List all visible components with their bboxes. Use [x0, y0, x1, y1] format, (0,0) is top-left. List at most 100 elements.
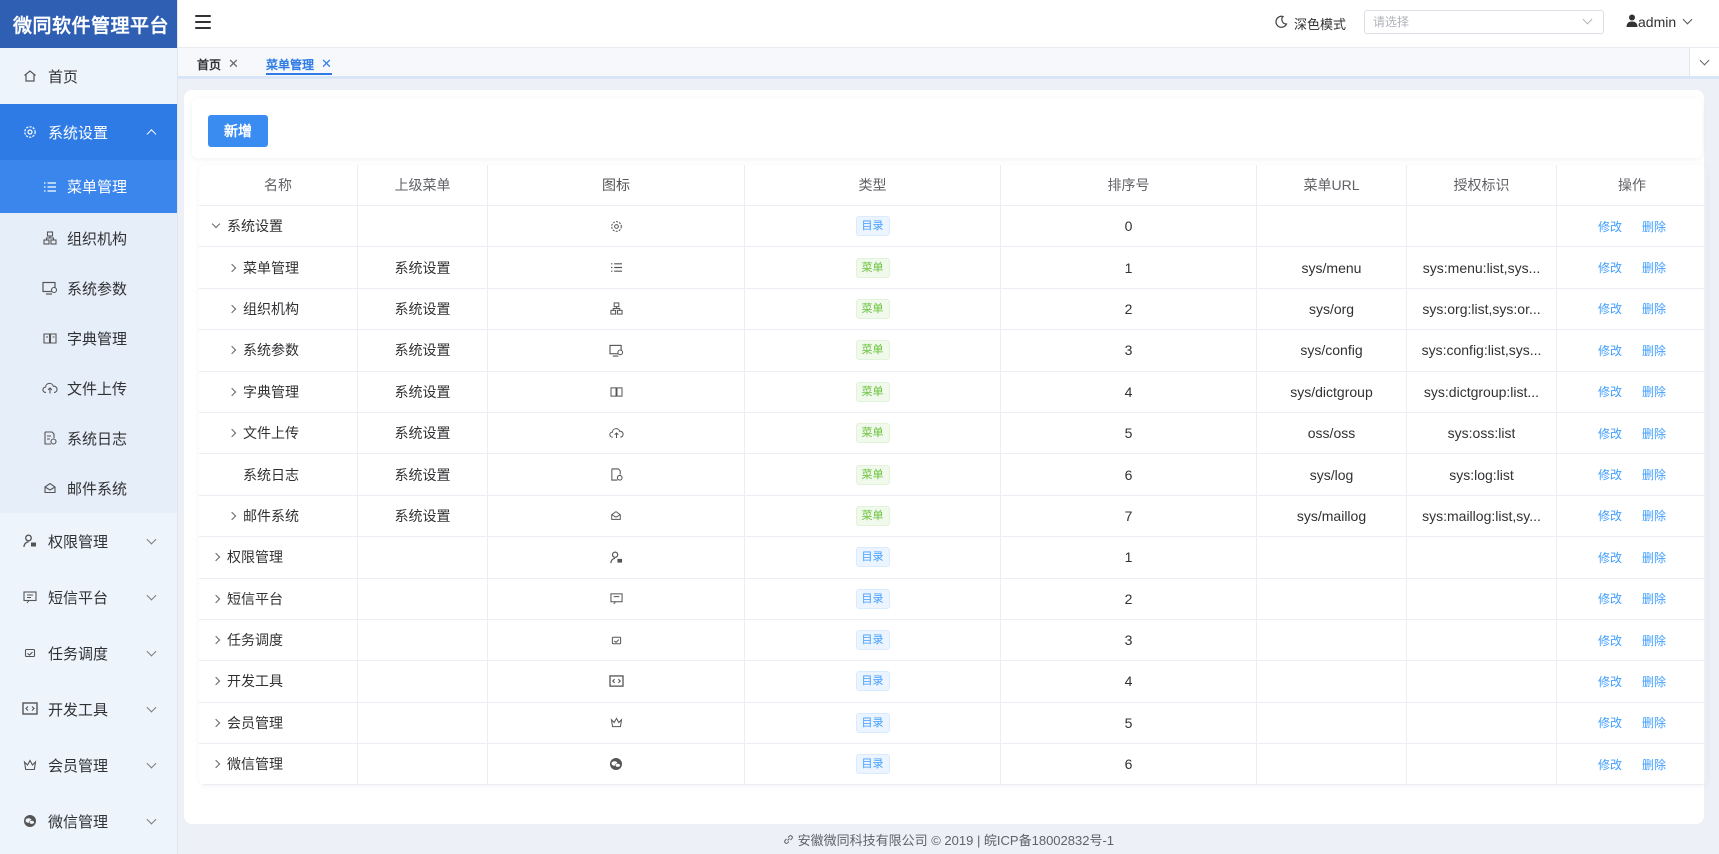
table-row: 微信管理 目录 6 修改 删除 — [199, 744, 1707, 786]
sidebar-subitem-org[interactable]: 组织机构 — [0, 213, 177, 263]
type-tag: 菜单 — [855, 340, 890, 361]
type-tag: 菜单 — [855, 423, 890, 444]
sidebar-subitem-config[interactable]: 系统参数 — [0, 263, 177, 313]
tab-home[interactable]: 首页 ✕ — [197, 55, 239, 73]
sidebar-item-schedule[interactable]: 任务调度 — [0, 625, 177, 681]
delete-button[interactable]: 删除 — [1642, 425, 1666, 442]
sidebar-item-sms[interactable]: 短信平台 — [0, 569, 177, 625]
sidebar-item-home[interactable]: 首页 — [0, 48, 177, 104]
edit-button[interactable]: 修改 — [1598, 300, 1622, 317]
sidebar-subitem-upload[interactable]: 文件上传 — [0, 363, 177, 413]
edit-button[interactable]: 修改 — [1598, 714, 1622, 731]
hamburger-icon[interactable] — [195, 15, 211, 29]
header-select[interactable]: 请选择 — [1364, 10, 1604, 34]
sidebar-subitem-mail[interactable]: 邮件系统 — [0, 463, 177, 513]
chevron-right-icon[interactable] — [211, 635, 221, 645]
delete-button[interactable]: 删除 — [1642, 507, 1666, 524]
row-name: 系统参数 — [243, 342, 299, 359]
sidebar-item-system-settings[interactable]: 系统设置 — [0, 104, 177, 160]
edit-button[interactable]: 修改 — [1598, 466, 1622, 483]
delete-button[interactable]: 删除 — [1642, 632, 1666, 649]
edit-button[interactable]: 修改 — [1598, 756, 1622, 773]
tabs-dropdown-button[interactable] — [1689, 48, 1719, 76]
cell-type: 菜单 — [745, 371, 1001, 412]
delete-button[interactable]: 删除 — [1642, 714, 1666, 731]
chevron-right-icon[interactable] — [211, 553, 221, 562]
edit-button[interactable]: 修改 — [1598, 383, 1622, 400]
cell-icon — [488, 454, 745, 495]
delete-button[interactable]: 删除 — [1642, 673, 1666, 690]
tab-menu-management[interactable]: 菜单管理 ✕ — [266, 55, 332, 75]
wechat-icon — [22, 813, 38, 829]
delete-button[interactable]: 删除 — [1642, 756, 1666, 773]
delete-button[interactable]: 删除 — [1642, 300, 1666, 317]
chevron-right-icon[interactable] — [227, 346, 237, 355]
chevron-right-icon[interactable] — [227, 304, 237, 314]
sidebar-item-wechat[interactable]: 微信管理 — [0, 793, 177, 849]
chevron-down-icon — [146, 758, 157, 769]
delete-button[interactable]: 删除 — [1642, 218, 1666, 235]
edit-button[interactable]: 修改 — [1598, 425, 1622, 442]
cell-icon — [488, 495, 745, 537]
cell-actions: 修改 删除 — [1557, 289, 1707, 329]
close-icon[interactable]: ✕ — [321, 56, 332, 72]
type-tag: 菜单 — [855, 464, 890, 485]
table-row: 字典管理 系统设置 菜单 4 sys/dictgroup sys:dictgro… — [199, 371, 1707, 413]
chevron-right-icon[interactable] — [211, 594, 221, 603]
chevron-right-icon[interactable] — [211, 677, 221, 686]
cell-icon — [488, 288, 745, 330]
delete-button[interactable]: 删除 — [1642, 590, 1666, 607]
edit-button[interactable]: 修改 — [1598, 507, 1622, 524]
cell-perm: sys:oss:list — [1407, 412, 1557, 454]
cell-actions: 修改 删除 — [1557, 454, 1707, 494]
edit-button[interactable]: 修改 — [1598, 673, 1622, 690]
gear-icon — [610, 220, 623, 233]
cell-type: 目录 — [745, 619, 1001, 661]
row-name: 文件上传 — [243, 425, 299, 442]
cell-actions: 修改 删除 — [1557, 703, 1707, 743]
chevron-right-icon[interactable] — [227, 387, 237, 396]
edit-button[interactable]: 修改 — [1598, 632, 1622, 649]
cell-name: 开发工具 — [199, 661, 358, 702]
delete-button[interactable]: 删除 — [1642, 383, 1666, 400]
sidebar-subitem-dict[interactable]: 字典管理 — [0, 313, 177, 363]
delete-button[interactable]: 删除 — [1642, 466, 1666, 483]
cell-name: 系统参数 — [199, 330, 358, 371]
edit-button[interactable]: 修改 — [1598, 590, 1622, 607]
mail-icon — [42, 480, 58, 496]
cell-parent: 系统设置 — [358, 371, 488, 412]
sidebar-subitem-menu[interactable]: 菜单管理 — [0, 160, 177, 213]
delete-button[interactable]: 删除 — [1642, 549, 1666, 566]
add-button[interactable]: 新增 — [208, 115, 268, 147]
column-header: 图标 — [488, 165, 745, 205]
chevron-right-icon[interactable] — [227, 263, 237, 272]
column-header: 名称 — [199, 165, 358, 205]
sidebar-item-permissions[interactable]: 权限管理 — [0, 513, 177, 569]
edit-button[interactable]: 修改 — [1598, 342, 1622, 359]
close-icon[interactable]: ✕ — [228, 56, 239, 72]
cell-order: 4 — [1001, 661, 1257, 702]
cell-order: 5 — [1001, 702, 1257, 744]
chevron-right-icon[interactable] — [211, 760, 221, 769]
sidebar-item-label: 微信管理 — [48, 813, 109, 831]
cell-perm: sys:org:list,sys:or... — [1407, 288, 1557, 330]
edit-button[interactable]: 修改 — [1598, 259, 1622, 276]
chevron-right-icon[interactable] — [211, 718, 221, 728]
delete-button[interactable]: 删除 — [1642, 259, 1666, 276]
sidebar-item-devtools[interactable]: 开发工具 — [0, 681, 177, 737]
edit-button[interactable]: 修改 — [1598, 549, 1622, 566]
chevron-right-icon[interactable] — [227, 511, 237, 521]
cell-icon — [488, 744, 745, 785]
dark-mode-toggle[interactable]: 深色模式 — [1274, 14, 1346, 33]
sidebar-subitem-log[interactable]: 系统日志 — [0, 413, 177, 463]
chevron-down-icon[interactable] — [211, 219, 221, 229]
sidebar-item-label: 短信平台 — [48, 589, 109, 607]
edit-button[interactable]: 修改 — [1598, 218, 1622, 235]
user-menu[interactable]: admin — [1626, 14, 1693, 30]
sidebar-subitem-label: 邮件系统 — [67, 480, 128, 498]
sidebar-item-members[interactable]: 会员管理 — [0, 737, 177, 793]
chevron-right-icon[interactable] — [227, 428, 237, 438]
cell-order: 5 — [1001, 412, 1257, 454]
type-tag: 菜单 — [855, 257, 890, 278]
delete-button[interactable]: 删除 — [1642, 342, 1666, 359]
